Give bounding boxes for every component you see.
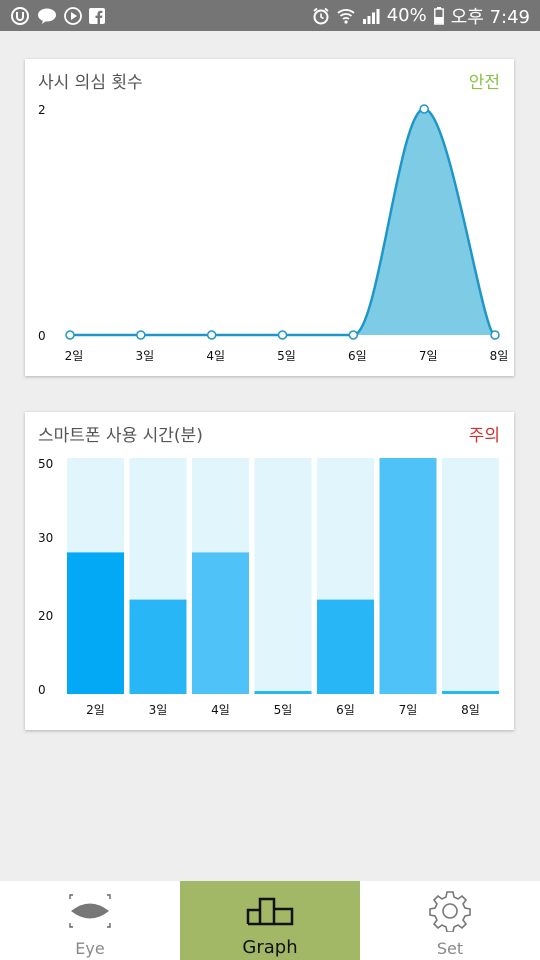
bar bbox=[379, 458, 437, 694]
bottom-navigation: Eye Graph Set bbox=[0, 881, 540, 960]
x-tick-label: 7일 bbox=[399, 703, 418, 717]
bar-background bbox=[442, 458, 499, 694]
x-tick-label: 4일 bbox=[211, 703, 230, 717]
play-icon bbox=[64, 6, 82, 25]
data-point bbox=[136, 330, 146, 340]
bar bbox=[254, 691, 312, 694]
usage-bar-chart: 2일 3일 4일 5일 6일 7일 8일 50 30 20 0 bbox=[38, 457, 499, 717]
y-tick-label: 2 bbox=[38, 103, 46, 117]
y-tick-label: 50 bbox=[38, 457, 53, 471]
nav-label: Set bbox=[436, 939, 464, 958]
nav-label: Eye bbox=[75, 939, 105, 958]
y-tick-label: 30 bbox=[38, 531, 53, 545]
area-fill bbox=[70, 109, 495, 335]
battery-percent: 40% bbox=[386, 5, 427, 26]
nav-tab-eye[interactable]: Eye bbox=[0, 881, 180, 960]
status-bar-right: 40% 오후 7:49 bbox=[312, 3, 530, 29]
x-tick-label: 6일 bbox=[336, 703, 355, 717]
x-tick-label: 3일 bbox=[135, 349, 154, 363]
x-tick-label: 5일 bbox=[274, 703, 293, 717]
signal-icon bbox=[362, 8, 380, 24]
data-point bbox=[348, 330, 359, 340]
clock: 오후 7:49 bbox=[450, 6, 530, 28]
x-tick-label: 2일 bbox=[86, 703, 105, 717]
kakaotalk-icon bbox=[37, 8, 57, 24]
x-tick-label: 3일 bbox=[149, 703, 168, 717]
battery-icon bbox=[433, 6, 444, 25]
alarm-icon bbox=[312, 7, 330, 25]
x-tick-label: 6일 bbox=[348, 349, 367, 363]
x-tick-label: 8일 bbox=[490, 349, 509, 363]
bar bbox=[317, 599, 374, 694]
y-tick-label: 0 bbox=[38, 329, 46, 343]
facebook-icon bbox=[89, 7, 105, 24]
status-bar-left bbox=[10, 6, 105, 25]
nav-tab-graph[interactable]: Graph bbox=[180, 881, 360, 960]
strabismus-area-chart: 2일 3일 4일 5일 6일 7일 8일 2 0 bbox=[38, 103, 509, 363]
x-tick-label: 2일 bbox=[65, 349, 84, 363]
data-point bbox=[490, 330, 500, 340]
bar bbox=[442, 691, 499, 694]
usage-time-card: 스마트폰 사용 시간(분) 주의 2일 3일 4일 5일 6일 7일 8일 50 30 20 0 bbox=[25, 412, 514, 730]
bar bbox=[129, 599, 187, 694]
bar bbox=[67, 552, 124, 694]
graph-icon bbox=[246, 891, 294, 931]
data-point bbox=[277, 330, 288, 340]
x-tick-label: 8일 bbox=[461, 703, 480, 717]
status-bar: 40% 오후 7:49 bbox=[0, 0, 540, 31]
y-tick-label: 20 bbox=[38, 609, 53, 623]
y-tick-label: 0 bbox=[38, 683, 46, 697]
data-point bbox=[419, 104, 429, 114]
eye-icon bbox=[69, 891, 111, 931]
strabismus-count-card: 사시 의심 횟수 안전 2일 3일 4일 5일 6일 7일 8일 2 0 bbox=[25, 59, 514, 376]
u-plus-icon bbox=[10, 6, 30, 25]
gear-icon bbox=[429, 891, 471, 932]
x-tick-label: 4일 bbox=[206, 349, 225, 363]
nav-label: Graph bbox=[242, 937, 298, 958]
data-point bbox=[206, 330, 217, 340]
nav-tab-set[interactable]: Set bbox=[360, 881, 540, 960]
bar-background bbox=[254, 458, 312, 694]
data-point bbox=[65, 330, 75, 340]
x-tick-label: 5일 bbox=[277, 349, 296, 363]
bar bbox=[192, 552, 249, 694]
x-tick-label: 7일 bbox=[419, 349, 438, 363]
wifi-icon bbox=[337, 8, 355, 24]
